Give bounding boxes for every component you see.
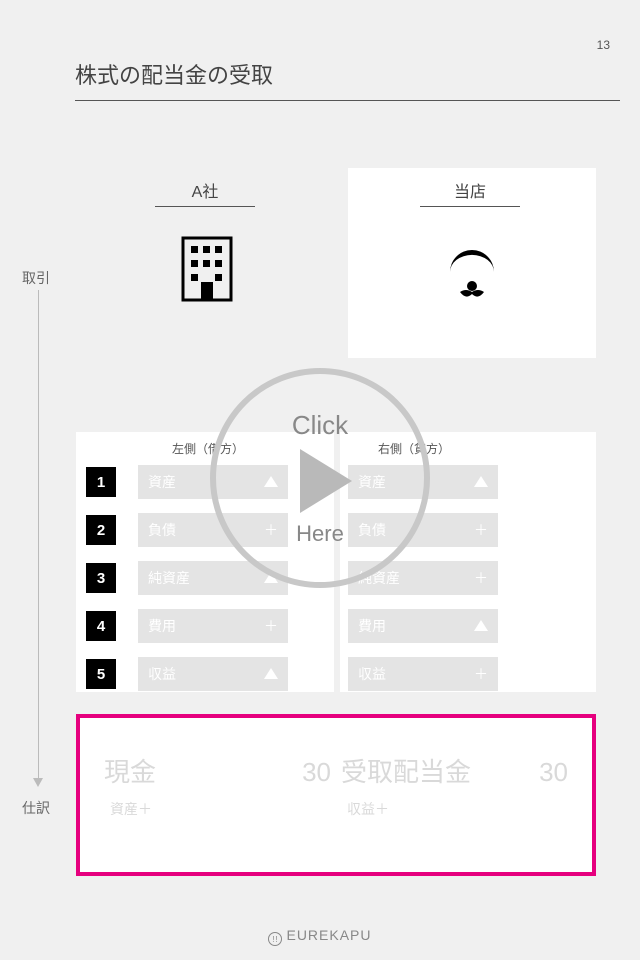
journal-credit-sub: 収益＋ (341, 799, 568, 819)
play-icon (300, 449, 352, 513)
row-number: 2 (86, 515, 116, 545)
footer-brand: !! EUREKAPU (0, 927, 640, 946)
entity-store-label: 当店 (420, 178, 520, 207)
journal-debit-amount: 30 (302, 757, 331, 788)
play-overlay-text-top: Click (292, 410, 348, 441)
triangle-up-icon (474, 618, 488, 634)
plus-icon: ＋ (264, 616, 278, 636)
title-block: 株式の配当金の受取 (75, 58, 620, 101)
journal-debit-account: 現金 (104, 752, 156, 789)
credit-cell[interactable]: 費用 (348, 609, 498, 643)
debit-cell[interactable]: 費用 ＋ (138, 609, 288, 643)
triangle-up-icon (264, 666, 278, 682)
plus-icon: ＋ (474, 520, 488, 540)
play-overlay-text-bottom: Here (296, 521, 344, 547)
play-overlay-button[interactable]: Click Here (210, 368, 430, 588)
cell-label: 負債 (148, 520, 176, 540)
journal-credit: 受取配当金 30 収益＋ (341, 752, 568, 862)
row-number: 4 (86, 611, 116, 641)
cell-label: 収益 (358, 664, 386, 684)
category-row: 4 費用 ＋ 費用 (86, 604, 586, 648)
cell-label: 資産 (148, 472, 176, 492)
cell-label: 費用 (148, 616, 176, 636)
journal-debit-sub: 資産＋ (104, 799, 331, 819)
side-label-transaction: 取引 (22, 268, 50, 288)
triangle-up-icon (474, 474, 488, 490)
brand-name: EUREKAPU (286, 927, 371, 943)
debit-cell[interactable]: 収益 (138, 657, 288, 691)
building-icon (181, 236, 233, 302)
row-number: 3 (86, 563, 116, 593)
category-row: 5 収益 収益 ＋ (86, 652, 586, 696)
row-number: 5 (86, 659, 116, 689)
credit-cell[interactable]: 収益 ＋ (348, 657, 498, 691)
person-icon (440, 242, 504, 306)
journal-credit-account: 受取配当金 (341, 752, 471, 789)
journal-credit-amount: 30 (539, 757, 568, 788)
cell-label: 純資産 (148, 568, 190, 588)
page-number: 13 (597, 38, 610, 52)
cell-label: 費用 (358, 616, 386, 636)
row-number: 1 (86, 467, 116, 497)
flow-arrow-head-icon (33, 778, 43, 787)
page-title: 株式の配当金の受取 (75, 58, 620, 101)
brand-logo-icon: !! (268, 932, 282, 946)
side-label-journal: 仕訳 (22, 798, 50, 818)
journal-debit: 現金 30 資産＋ (104, 752, 331, 862)
journal-entry-box: 現金 30 資産＋ 受取配当金 30 収益＋ (76, 714, 596, 876)
plus-icon: ＋ (474, 568, 488, 588)
entity-a-label: A社 (155, 178, 255, 207)
cell-label: 収益 (148, 664, 176, 684)
plus-icon: ＋ (474, 664, 488, 684)
flow-arrow-line (38, 290, 39, 780)
